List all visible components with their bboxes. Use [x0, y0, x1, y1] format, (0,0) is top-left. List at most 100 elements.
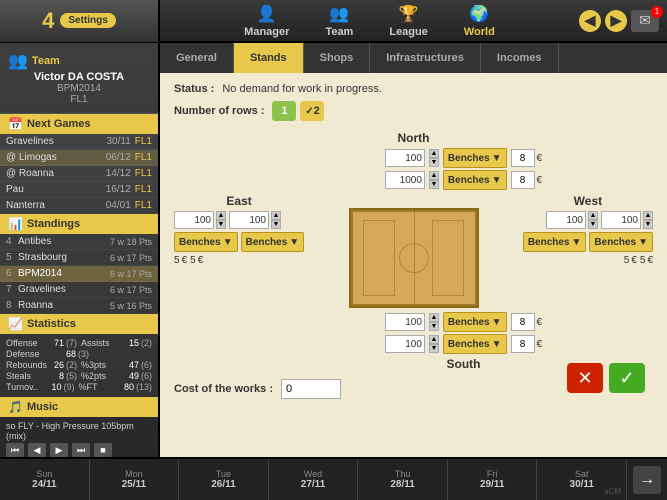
- east-top-input-1[interactable]: [174, 211, 214, 229]
- east-bench-select-2[interactable]: Benches ▼: [241, 232, 305, 252]
- north-row1-spin-up[interactable]: ▲: [429, 149, 439, 158]
- north-row1-price-input[interactable]: [511, 149, 535, 167]
- west-top-input-2[interactable]: [601, 211, 641, 229]
- south-row2-spin-up[interactable]: ▲: [429, 335, 439, 344]
- south-row1-bench-select[interactable]: Benches ▼: [443, 312, 507, 332]
- music-play-button[interactable]: ▶: [50, 443, 68, 457]
- north-row2-spin-up[interactable]: ▲: [429, 171, 439, 180]
- stat-extra: (6): [141, 360, 152, 370]
- music-header: 🎵 Music: [0, 397, 158, 417]
- south-row1-price-input[interactable]: [511, 313, 535, 331]
- north-row2-spinner: ▲ ▼: [429, 171, 439, 189]
- globe-icon: 🌍: [469, 4, 489, 24]
- day-cell-wed[interactable]: Wed 27/11: [269, 459, 359, 500]
- chevron-down-icon: ▼: [492, 339, 502, 350]
- bottom-next-button[interactable]: →: [627, 459, 667, 500]
- west-top-spin1-up[interactable]: ▲: [588, 211, 598, 220]
- south-row1-spin-down[interactable]: ▼: [429, 322, 439, 331]
- day-cell-tue[interactable]: Tue 26/11: [179, 459, 269, 500]
- bench-label: Benches: [448, 153, 490, 164]
- standing-stats: 5 w 16 Pts: [110, 301, 152, 311]
- tab-general[interactable]: General: [160, 43, 234, 73]
- east-top-spin2-up[interactable]: ▲: [271, 211, 281, 220]
- nav-label-world: World: [464, 26, 495, 38]
- east-top-spin1-up[interactable]: ▲: [216, 211, 226, 220]
- east-top-input-2[interactable]: [229, 211, 269, 229]
- tab-stands[interactable]: Stands: [234, 43, 304, 73]
- nav-back-button[interactable]: ◀: [579, 10, 601, 32]
- west-top-spin1-down[interactable]: ▼: [588, 220, 598, 229]
- music-section: so FLY - High Pressure 105bpm (mix) ⏮ ◀ …: [0, 417, 158, 457]
- day-cell-thu[interactable]: Thu 28/11: [358, 459, 448, 500]
- south-row2-bench-select[interactable]: Benches ▼: [443, 334, 507, 354]
- south-row2-price-input[interactable]: [511, 335, 535, 353]
- cost-input[interactable]: [281, 379, 341, 399]
- tab-shops[interactable]: Shops: [304, 43, 371, 73]
- game-league: FL1: [135, 136, 152, 147]
- east-top-spin1-down[interactable]: ▼: [216, 220, 226, 229]
- west-bench-select-2[interactable]: Benches ▼: [589, 232, 653, 252]
- west-bench-row: Benches ▼ Benches ▼: [523, 232, 653, 252]
- north-row1-bench-select[interactable]: Benches ▼: [443, 148, 507, 168]
- west-top-spin2-down[interactable]: ▼: [643, 220, 653, 229]
- day-cell-mon[interactable]: Mon 25/11: [90, 459, 180, 500]
- music-prev-button[interactable]: ⏮: [6, 443, 24, 457]
- west-top-inputs: ▲ ▼ ▲ ▼: [546, 211, 653, 229]
- stat-extra: (6): [141, 371, 152, 381]
- north-row2-spin-down[interactable]: ▼: [429, 180, 439, 189]
- north-row1-input[interactable]: [385, 149, 425, 167]
- south-row1-spin-up[interactable]: ▲: [429, 313, 439, 322]
- south-row2-spinner: ▲ ▼: [429, 335, 439, 353]
- confirm-button[interactable]: ✓: [609, 363, 645, 393]
- nav-item-world[interactable]: 🌍 World: [456, 0, 503, 42]
- north-row2-price-input[interactable]: [511, 171, 535, 189]
- cancel-button[interactable]: ✕: [567, 363, 603, 393]
- east-top-spin2-down[interactable]: ▼: [271, 220, 281, 229]
- west-bench-select-1[interactable]: Benches ▼: [523, 232, 587, 252]
- music-icon: 🎵: [8, 400, 23, 414]
- music-stop-button[interactable]: ■: [94, 443, 112, 457]
- music-track: so FLY - High Pressure 105bpm (mix): [6, 421, 152, 441]
- mail-button[interactable]: ✉ 1: [631, 10, 659, 32]
- nav-item-team[interactable]: 👥 Team: [317, 0, 361, 42]
- stat-name: %FT: [79, 382, 119, 392]
- game-date: 06/12: [106, 152, 131, 163]
- nav-items: 👤 Manager 👥 Team 🏆 League 🌍 World: [160, 0, 579, 42]
- game-league: FL1: [135, 152, 152, 163]
- stat-name: Steals: [6, 371, 47, 381]
- nav-item-league[interactable]: 🏆 League: [381, 0, 436, 42]
- music-next-button[interactable]: ⏭: [72, 443, 90, 457]
- day-label: Mon: [125, 469, 143, 479]
- stat-val: 68: [56, 349, 76, 359]
- north-row2-bench-select[interactable]: Benches ▼: [443, 170, 507, 190]
- manager-icon: 👤: [257, 4, 277, 24]
- settings-button[interactable]: Settings: [60, 13, 115, 28]
- north-row2-input[interactable]: [385, 171, 425, 189]
- north-row1-spin-down[interactable]: ▼: [429, 158, 439, 167]
- south-row2-input[interactable]: [385, 335, 425, 353]
- east-bench-select-1[interactable]: Benches ▼: [174, 232, 238, 252]
- south-row2-spin-down[interactable]: ▼: [429, 344, 439, 353]
- row-btn-1[interactable]: 1: [272, 101, 296, 121]
- game-date: 14/12: [106, 168, 131, 179]
- day-cell-sun[interactable]: Sun 24/11: [0, 459, 90, 500]
- standing-stats: 6 w 17 Pts: [110, 269, 152, 279]
- standing-pos: 5: [6, 252, 18, 263]
- west-top-input-1[interactable]: [546, 211, 586, 229]
- bench-label: Benches: [179, 237, 221, 248]
- nav-item-manager[interactable]: 👤 Manager: [236, 0, 297, 42]
- day-cell-fri[interactable]: Fri 29/11: [448, 459, 538, 500]
- south-row1-input[interactable]: [385, 313, 425, 331]
- west-section: West ▲ ▼: [523, 194, 653, 266]
- tab-incomes[interactable]: Incomes: [481, 43, 559, 73]
- nav-forward-button[interactable]: ▶: [605, 10, 627, 32]
- tab-infrastructures[interactable]: Infrastructures: [370, 43, 481, 73]
- bench-label: Benches: [448, 317, 490, 328]
- stat-extra: (5): [66, 371, 77, 381]
- standing-row: 4 Antibes 7 w 18 Pts: [0, 234, 158, 250]
- standing-pos: 7: [6, 284, 18, 295]
- row-btn-2[interactable]: ✓ 2: [300, 101, 324, 121]
- stat-extra: (9): [64, 382, 75, 392]
- music-rewind-button[interactable]: ◀: [28, 443, 46, 457]
- west-top-spin2-up[interactable]: ▲: [643, 211, 653, 220]
